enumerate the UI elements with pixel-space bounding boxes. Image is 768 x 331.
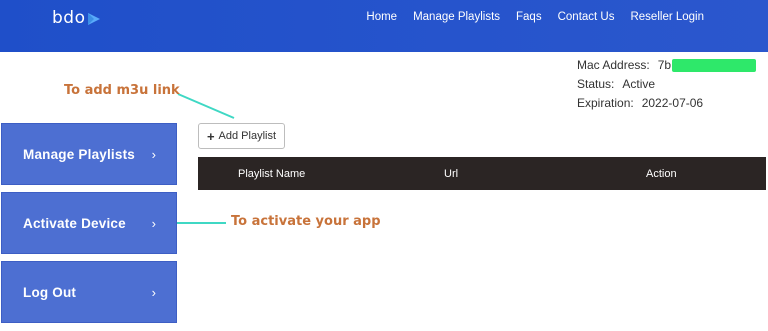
nav-home[interactable]: Home — [358, 11, 405, 23]
expiration-row: Expiration: 2022-07-06 — [577, 94, 756, 113]
device-info: Mac Address: 7b Status: Active Expiratio… — [577, 56, 757, 113]
status-value: Active — [622, 77, 656, 91]
mac-address-value: 7b — [657, 56, 757, 75]
top-navbar: bdo Home Manage Playlists Faqs Contact U… — [0, 0, 768, 52]
mac-redaction — [672, 59, 757, 72]
logo-arrow-icon — [88, 13, 101, 25]
nav-contact-us[interactable]: Contact Us — [550, 11, 623, 23]
nav-links: Home Manage Playlists Faqs Contact Us Re… — [358, 11, 712, 23]
expiration-value: 2022-07-06 — [641, 96, 704, 110]
add-playlist-label: Add Playlist — [218, 130, 277, 142]
column-header-url: Url — [444, 168, 459, 180]
playlist-table-header: Playlist Name Url Action — [198, 157, 766, 190]
chevron-right-icon: › — [151, 284, 156, 300]
mac-address-visible: 7b — [657, 58, 672, 72]
annotation-line-add — [177, 93, 235, 119]
sidebar-item-log-out[interactable]: Log Out › — [1, 261, 177, 323]
add-playlist-button[interactable]: + Add Playlist — [198, 123, 285, 149]
sidebar-item-label: Activate Device — [23, 215, 126, 231]
mac-address-row: Mac Address: 7b — [577, 56, 757, 75]
column-header-action: Action — [646, 168, 677, 180]
logo[interactable]: bdo — [52, 7, 101, 29]
status-row: Status: Active — [577, 75, 756, 94]
annotation-add-m3u: To add m3u link — [64, 83, 180, 98]
expiration-label: Expiration: — [577, 96, 634, 110]
nav-faqs[interactable]: Faqs — [508, 11, 550, 23]
sidebar-item-label: Log Out — [23, 284, 77, 300]
page: bdo Home Manage Playlists Faqs Contact U… — [0, 0, 768, 331]
chevron-right-icon: › — [151, 215, 156, 231]
column-header-playlist-name: Playlist Name — [238, 168, 306, 180]
nav-reseller-login[interactable]: Reseller Login — [622, 11, 712, 23]
sidebar-item-activate-device[interactable]: Activate Device › — [1, 192, 177, 254]
chevron-right-icon: › — [151, 146, 156, 162]
sidebar-item-manage-playlists[interactable]: Manage Playlists › — [1, 123, 177, 185]
logo-text: bdo — [52, 8, 86, 28]
sidebar-item-label: Manage Playlists — [23, 146, 135, 162]
annotation-activate-app: To activate your app — [231, 214, 381, 229]
status-label: Status: — [577, 77, 615, 91]
mac-address-label: Mac Address: — [577, 58, 650, 72]
plus-icon: + — [206, 128, 215, 144]
nav-manage-playlists[interactable]: Manage Playlists — [405, 11, 508, 23]
